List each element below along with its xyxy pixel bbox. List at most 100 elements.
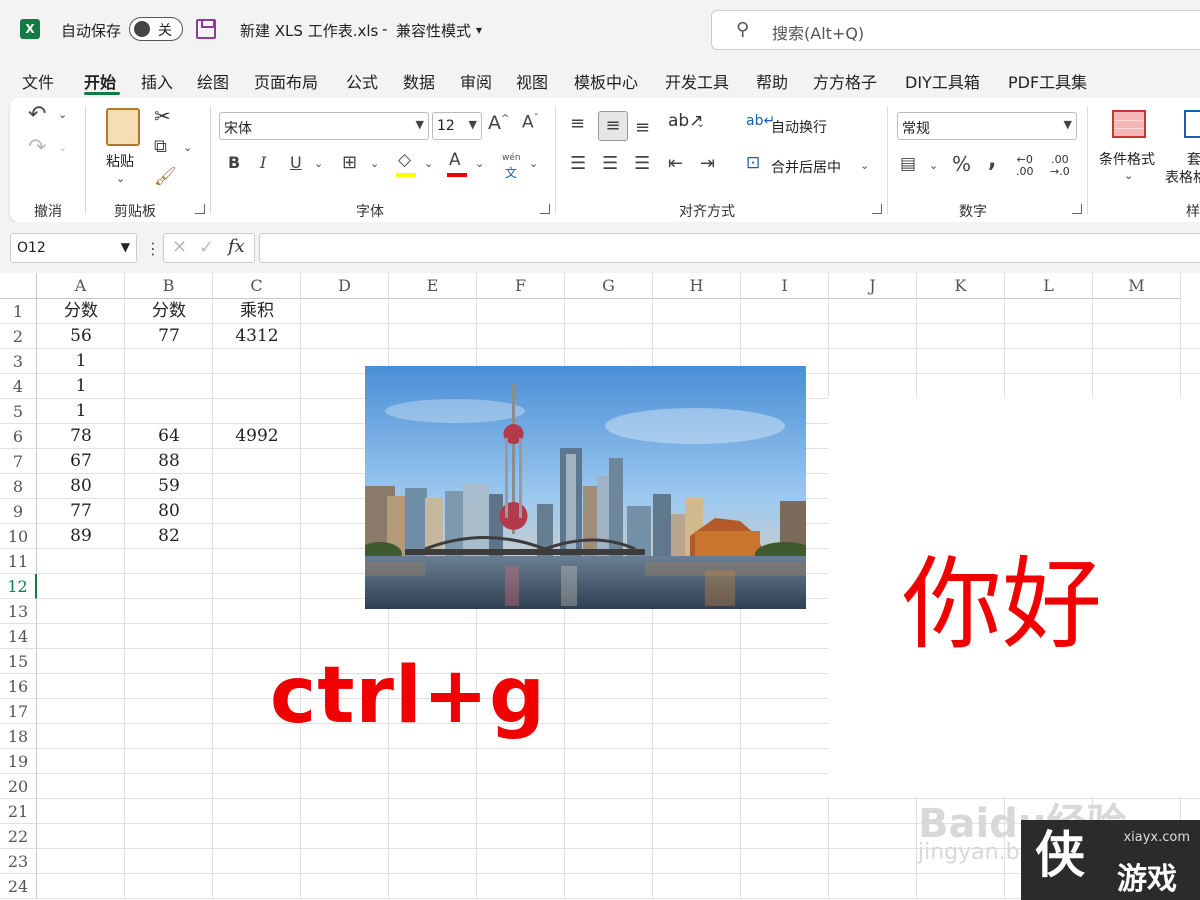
cell-a2[interactable]: 56 bbox=[37, 324, 125, 349]
cell-b10[interactable]: 82 bbox=[125, 524, 213, 549]
align-top-icon[interactable]: ≡ bbox=[570, 115, 585, 133]
font-size-select[interactable]: 12 ▼ bbox=[432, 112, 482, 140]
tab-diy-toolbox[interactable]: DIY工具箱 bbox=[905, 69, 980, 93]
tab-developer[interactable]: 开发工具 bbox=[665, 69, 729, 93]
font-launcher-icon[interactable] bbox=[540, 204, 550, 214]
row-header-10[interactable]: 10 bbox=[0, 524, 37, 549]
cell-c3[interactable] bbox=[213, 349, 301, 374]
column-header-l[interactable]: L bbox=[1005, 273, 1093, 299]
border-icon[interactable]: ⊞ bbox=[342, 154, 357, 172]
column-header-d[interactable]: D bbox=[301, 273, 389, 299]
search-box[interactable]: ⚲ 搜索(Alt+Q) bbox=[711, 10, 1200, 50]
name-box[interactable]: O12 ▼ bbox=[10, 233, 137, 263]
tab-pdf-tools[interactable]: PDF工具集 bbox=[1008, 69, 1087, 93]
cell-a7[interactable]: 67 bbox=[37, 449, 125, 474]
row-header-16[interactable]: 16 bbox=[0, 674, 37, 699]
cell-a4[interactable]: 1 bbox=[37, 374, 125, 399]
chevron-down-icon[interactable]: ▾ bbox=[476, 23, 482, 37]
formula-input[interactable] bbox=[259, 233, 1200, 263]
cell-a8[interactable]: 80 bbox=[37, 474, 125, 499]
paste-label[interactable]: 粘贴 bbox=[106, 151, 134, 171]
chevron-down-icon[interactable]: ⌄ bbox=[58, 109, 67, 120]
cell-c7[interactable] bbox=[213, 449, 301, 474]
cell-a10[interactable]: 89 bbox=[37, 524, 125, 549]
underline-icon[interactable]: U bbox=[290, 155, 302, 171]
copy-icon[interactable]: ⧉ bbox=[154, 138, 167, 156]
cell-b8[interactable]: 59 bbox=[125, 474, 213, 499]
font-name-select[interactable]: 宋体 ▼ bbox=[219, 112, 429, 140]
phonetic-icon[interactable]: 文 bbox=[505, 164, 517, 181]
row-header-24[interactable]: 24 bbox=[0, 874, 37, 899]
column-header-j[interactable]: J bbox=[829, 273, 917, 299]
column-header-c[interactable]: C bbox=[213, 273, 301, 299]
column-header-h[interactable]: H bbox=[653, 273, 741, 299]
column-header-m[interactable]: M bbox=[1093, 273, 1181, 299]
align-bottom-icon[interactable]: ≡ bbox=[635, 119, 650, 137]
chevron-down-icon[interactable]: ⌄ bbox=[696, 118, 705, 129]
align-center-icon[interactable]: ☰ bbox=[602, 155, 618, 173]
tab-fangfanggezi[interactable]: 方方格子 bbox=[813, 69, 877, 93]
row-header-1[interactable]: 1 bbox=[0, 299, 37, 324]
tab-template-center[interactable]: 模板中心 bbox=[574, 69, 638, 93]
tab-page-layout[interactable]: 页面布局 bbox=[254, 69, 318, 93]
merge-center-button[interactable]: 合并后居中 bbox=[771, 157, 841, 177]
tab-data[interactable]: 数据 bbox=[403, 69, 435, 93]
accounting-format-icon[interactable]: ▤ bbox=[900, 156, 916, 173]
cell-a3[interactable]: 1 bbox=[37, 349, 125, 374]
cell-a1[interactable]: 分数 bbox=[37, 299, 125, 324]
cell-c10[interactable] bbox=[213, 524, 301, 549]
row-header-2[interactable]: 2 bbox=[0, 324, 37, 349]
tab-view[interactable]: 视图 bbox=[516, 69, 548, 93]
cell-c8[interactable] bbox=[213, 474, 301, 499]
column-header-e[interactable]: E bbox=[389, 273, 477, 299]
table-format-label-1[interactable]: 套 bbox=[1187, 149, 1200, 169]
chevron-down-icon[interactable]: ⌄ bbox=[314, 158, 323, 169]
tab-file[interactable]: 文件 bbox=[22, 69, 54, 93]
fill-color-icon[interactable]: ◇ bbox=[398, 152, 411, 169]
row-header-3[interactable]: 3 bbox=[0, 349, 37, 374]
row-header-8[interactable]: 8 bbox=[0, 474, 37, 499]
cell-a9[interactable]: 77 bbox=[37, 499, 125, 524]
row-header-6[interactable]: 6 bbox=[0, 424, 37, 449]
bold-icon[interactable]: B bbox=[228, 155, 240, 171]
select-all-corner[interactable] bbox=[0, 273, 37, 299]
row-header-12[interactable]: 12 bbox=[0, 574, 37, 599]
cell-c6[interactable]: 4992 bbox=[213, 424, 301, 449]
wrap-text-button[interactable]: 自动换行 bbox=[771, 117, 827, 137]
row-header-4[interactable]: 4 bbox=[0, 374, 37, 399]
tab-insert[interactable]: 插入 bbox=[141, 69, 173, 93]
column-header-i[interactable]: I bbox=[741, 273, 829, 299]
row-header-22[interactable]: 22 bbox=[0, 824, 37, 849]
cell-c4[interactable] bbox=[213, 374, 301, 399]
decrease-indent-icon[interactable]: ⇤ bbox=[668, 155, 683, 173]
row-header-5[interactable]: 5 bbox=[0, 399, 37, 424]
italic-icon[interactable]: I bbox=[260, 155, 266, 171]
table-format-label-2[interactable]: 表格格 bbox=[1165, 167, 1200, 187]
comma-style-icon[interactable]: , bbox=[988, 150, 996, 172]
cell-c2[interactable]: 4312 bbox=[213, 324, 301, 349]
row-header-7[interactable]: 7 bbox=[0, 449, 37, 474]
cell-b3[interactable] bbox=[125, 349, 213, 374]
cell-c1[interactable]: 乘积 bbox=[213, 299, 301, 324]
column-header-g[interactable]: G bbox=[565, 273, 653, 299]
chevron-down-icon[interactable]: ⌄ bbox=[860, 160, 869, 171]
tab-home[interactable]: 开始 bbox=[84, 69, 116, 93]
worksheet-grid[interactable]: ABCDEFGHIJKLM 1 2 3 4 5 6 7 8 9 10 11 12 13 14 15 16 17 1… bbox=[0, 273, 1200, 900]
row-header-9[interactable]: 9 bbox=[0, 499, 37, 524]
insert-function-icon[interactable]: fx bbox=[228, 236, 245, 257]
cell-b7[interactable]: 88 bbox=[125, 449, 213, 474]
column-header-a[interactable]: A bbox=[37, 273, 125, 299]
autosave-toggle[interactable]: 关 bbox=[129, 17, 183, 41]
tab-draw[interactable]: 绘图 bbox=[197, 69, 229, 93]
cell-c5[interactable] bbox=[213, 399, 301, 424]
chevron-down-icon[interactable]: ⌄ bbox=[116, 173, 125, 184]
format-painter-icon[interactable]: 🖌 bbox=[154, 168, 177, 186]
row-header-14[interactable]: 14 bbox=[0, 624, 37, 649]
row-header-13[interactable]: 13 bbox=[0, 599, 37, 624]
phonetic-label[interactable]: wén bbox=[502, 153, 521, 163]
increase-indent-icon[interactable]: ⇥ bbox=[700, 155, 715, 173]
clipboard-launcher-icon[interactable] bbox=[195, 204, 205, 214]
chevron-down-icon[interactable]: ⌄ bbox=[475, 158, 484, 169]
cell-c9[interactable] bbox=[213, 499, 301, 524]
chevron-down-icon[interactable]: ⌄ bbox=[529, 158, 538, 169]
